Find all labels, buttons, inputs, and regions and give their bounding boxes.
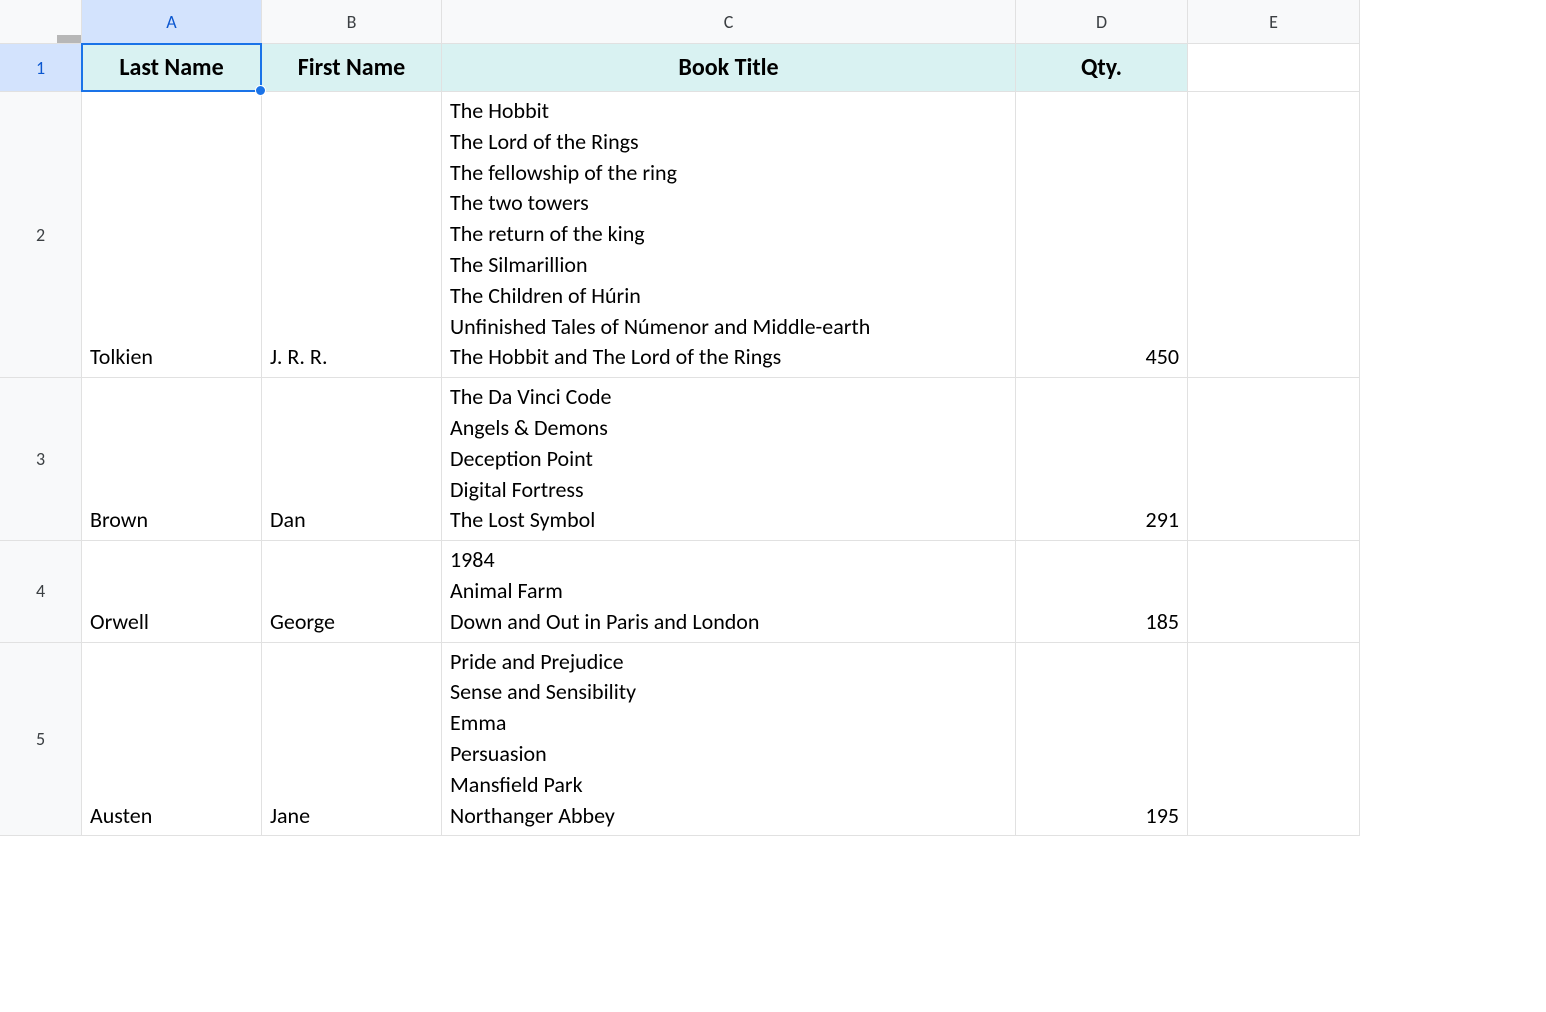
row-header-4[interactable]: 4 <box>0 541 82 642</box>
cell-a4[interactable]: Orwell <box>82 541 262 642</box>
cell-b3[interactable]: Dan <box>262 378 442 541</box>
cell-c2[interactable]: The Hobbit The Lord of the Rings The fel… <box>442 92 1016 378</box>
col-header-a[interactable]: A <box>82 0 262 44</box>
cell-b5[interactable]: Jane <box>262 643 442 837</box>
cell-c5[interactable]: Pride and Prejudice Sense and Sensibilit… <box>442 643 1016 837</box>
cell-c4[interactable]: 1984 Animal Farm Down and Out in Paris a… <box>442 541 1016 642</box>
cell-b1[interactable]: First Name <box>262 44 442 92</box>
cell-e5[interactable] <box>1188 643 1360 837</box>
cell-e2[interactable] <box>1188 92 1360 378</box>
col-header-c[interactable]: C <box>442 0 1016 44</box>
cell-a1[interactable]: Last Name <box>82 44 262 92</box>
cell-a3[interactable]: Brown <box>82 378 262 541</box>
cell-c1[interactable]: Book Title <box>442 44 1016 92</box>
cell-e4[interactable] <box>1188 541 1360 642</box>
col-header-e[interactable]: E <box>1188 0 1360 44</box>
cell-d3[interactable]: 291 <box>1016 378 1188 541</box>
row-header-3[interactable]: 3 <box>0 378 82 541</box>
cell-a2[interactable]: Tolkien <box>82 92 262 378</box>
cell-e1[interactable] <box>1188 44 1360 92</box>
cell-c3[interactable]: The Da Vinci Code Angels & Demons Decept… <box>442 378 1016 541</box>
row-header-1[interactable]: 1 <box>0 44 82 92</box>
row-header-5[interactable]: 5 <box>0 643 82 837</box>
cell-d5[interactable]: 195 <box>1016 643 1188 837</box>
cell-a5[interactable]: Austen <box>82 643 262 837</box>
cell-b2[interactable]: J. R. R. <box>262 92 442 378</box>
row-header-2[interactable]: 2 <box>0 92 82 378</box>
cell-d2[interactable]: 450 <box>1016 92 1188 378</box>
select-all-corner[interactable] <box>0 0 82 44</box>
cell-e3[interactable] <box>1188 378 1360 541</box>
cell-b4[interactable]: George <box>262 541 442 642</box>
col-header-b[interactable]: B <box>262 0 442 44</box>
cell-d1[interactable]: Qty. <box>1016 44 1188 92</box>
spreadsheet-grid[interactable]: A B C D E 1 Last Name First Name Book Ti… <box>0 0 1546 836</box>
col-header-d[interactable]: D <box>1016 0 1188 44</box>
cell-d4[interactable]: 185 <box>1016 541 1188 642</box>
